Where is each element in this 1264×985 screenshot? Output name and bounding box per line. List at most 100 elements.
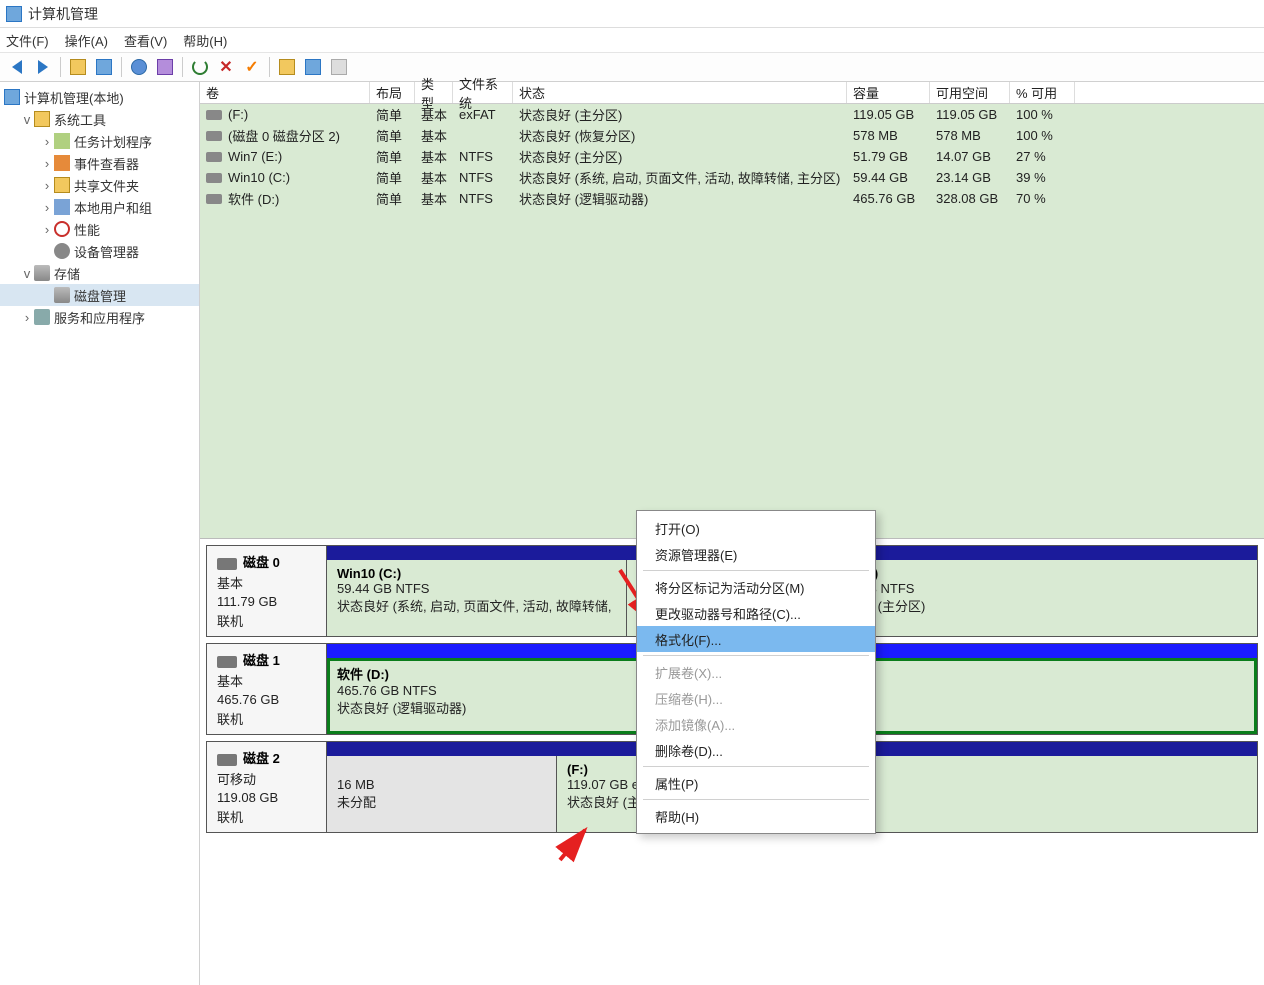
volume-row[interactable]: (磁盘 0 磁盘分区 2) 简单 基本 状态良好 (恢复分区) 578 MB 5… (200, 125, 1264, 146)
ctx-delete[interactable]: 删除卷(D)... (637, 737, 875, 763)
vol-fs: NTFS (453, 149, 513, 164)
col-volume[interactable]: 卷 (200, 82, 370, 103)
ctx-explorer[interactable]: 资源管理器(E) (637, 541, 875, 567)
ctx-properties[interactable]: 属性(P) (637, 770, 875, 796)
refresh-icon (192, 59, 208, 75)
menu-view[interactable]: 查看(V) (124, 31, 167, 50)
computer-icon (4, 89, 20, 105)
tree-sys-tools[interactable]: v 系统工具 (0, 108, 199, 130)
part-name (337, 762, 546, 777)
tb-btn-4[interactable] (276, 56, 298, 78)
disk-size: 119.08 GB (217, 790, 316, 805)
tree-services-apps[interactable]: › 服务和应用程序 (0, 306, 199, 328)
tb-btn-5[interactable] (302, 56, 324, 78)
tree-local-users-label: 本地用户和组 (74, 198, 152, 217)
tree-event-viewer[interactable]: › 事件查看器 (0, 152, 199, 174)
tree-local-users[interactable]: › 本地用户和组 (0, 196, 199, 218)
vol-cap: 59.44 GB (847, 170, 930, 185)
volume-row[interactable]: Win7 (E:) 简单 基本 NTFS 状态良好 (主分区) 51.79 GB… (200, 146, 1264, 167)
tb-btn-2[interactable] (93, 56, 115, 78)
tree-root[interactable]: 计算机管理(本地) (0, 86, 199, 108)
volume-row[interactable]: Win10 (C:) 简单 基本 NTFS 状态良好 (系统, 启动, 页面文件… (200, 167, 1264, 188)
check-button[interactable]: ✓ (241, 56, 263, 78)
menu-action[interactable]: 操作(A) (65, 31, 108, 50)
menu-file[interactable]: 文件(F) (6, 31, 49, 50)
ctx-open[interactable]: 打开(O) (637, 515, 875, 541)
tree-performance[interactable]: › 性能 (0, 218, 199, 240)
back-button[interactable] (6, 56, 28, 78)
help-icon (131, 59, 147, 75)
disk-0-info[interactable]: 磁盘 0 基本 111.79 GB 联机 (207, 546, 327, 636)
volume-list[interactable]: 卷 布局 类型 文件系统 状态 容量 可用空间 % 可用 (F:) 简单 基本 … (200, 82, 1264, 539)
vol-status: 状态良好 (逻辑驱动器) (513, 189, 847, 208)
volume-row[interactable]: 软件 (D:) 简单 基本 NTFS 状态良好 (逻辑驱动器) 465.76 G… (200, 188, 1264, 209)
part-size: 59.44 GB NTFS (337, 581, 616, 596)
ctx-help[interactable]: 帮助(H) (637, 803, 875, 829)
expand-icon[interactable]: › (40, 178, 54, 193)
vol-pct: 100 % (1010, 128, 1075, 143)
forward-button[interactable] (32, 56, 54, 78)
tb-btn-1[interactable] (67, 56, 89, 78)
users-icon (54, 199, 70, 215)
ctx-mark-active[interactable]: 将分区标记为活动分区(M) (637, 574, 875, 600)
col-type[interactable]: 类型 (415, 82, 453, 103)
partition-win10-c[interactable]: Win10 (C:) 59.44 GB NTFS 状态良好 (系统, 启动, 页… (327, 560, 627, 636)
volume-icon (206, 173, 222, 183)
vol-fs: exFAT (453, 107, 513, 122)
vol-free: 328.08 GB (930, 191, 1010, 206)
col-capacity[interactable]: 容量 (847, 82, 930, 103)
disk-2-info[interactable]: 磁盘 2 可移动 119.08 GB 联机 (207, 742, 327, 832)
col-status[interactable]: 状态 (513, 82, 847, 103)
expand-icon[interactable]: › (40, 134, 54, 149)
partition-unallocated[interactable]: 16 MB 未分配 (327, 756, 557, 832)
help-button[interactable] (128, 56, 150, 78)
toolbar: ✕ ✓ (0, 52, 1264, 82)
expand-icon[interactable]: v (20, 266, 34, 281)
tree-disk-management[interactable]: 磁盘管理 (0, 284, 199, 306)
menu-help[interactable]: 帮助(H) (183, 31, 227, 50)
col-free[interactable]: 可用空间 (930, 82, 1010, 103)
col-pct[interactable]: % 可用 (1010, 82, 1075, 103)
tree-root-label: 计算机管理(本地) (24, 88, 124, 107)
vol-free: 14.07 GB (930, 149, 1010, 164)
expand-icon[interactable]: v (20, 112, 34, 127)
tree-event-viewer-label: 事件查看器 (74, 154, 139, 173)
disk-1-info[interactable]: 磁盘 1 基本 465.76 GB 联机 (207, 644, 327, 734)
expand-icon[interactable]: › (40, 156, 54, 171)
part-status: 状态良好 (主分区) (822, 596, 1247, 615)
ctx-change-drive[interactable]: 更改驱动器号和路径(C)... (637, 600, 875, 626)
delete-button[interactable]: ✕ (215, 56, 237, 78)
disk-kind: 基本 (217, 671, 316, 690)
vol-free: 578 MB (930, 128, 1010, 143)
tree-shared-folders[interactable]: › 共享文件夹 (0, 174, 199, 196)
volume-row[interactable]: (F:) 简单 基本 exFAT 状态良好 (主分区) 119.05 GB 11… (200, 104, 1264, 125)
volume-icon (206, 110, 222, 120)
tree-sys-tools-label: 系统工具 (54, 110, 106, 129)
ctx-sep (643, 799, 869, 800)
expand-icon[interactable]: › (40, 222, 54, 237)
ctx-extend: 扩展卷(X)... (637, 659, 875, 685)
window: 计算机管理 文件(F) 操作(A) 查看(V) 帮助(H) ✕ ✓ 计算机管理(… (0, 0, 1264, 985)
sidebar-tree[interactable]: 计算机管理(本地) v 系统工具 › 任务计划程序 › 事件查看器 › 共享文件… (0, 82, 200, 985)
ctx-format[interactable]: 格式化(F)... (637, 626, 875, 652)
part-status: 未分配 (337, 792, 546, 811)
disk-name: 磁盘 2 (243, 751, 280, 766)
expand-icon[interactable]: › (20, 310, 34, 325)
tree-storage[interactable]: v 存储 (0, 262, 199, 284)
tb-btn-6[interactable] (328, 56, 350, 78)
tb-btn-3[interactable] (154, 56, 176, 78)
tree-task-scheduler[interactable]: › 任务计划程序 (0, 130, 199, 152)
vol-status: 状态良好 (系统, 启动, 页面文件, 活动, 故障转储, 主分区) (513, 168, 847, 187)
volume-header: 卷 布局 类型 文件系统 状态 容量 可用空间 % 可用 (200, 82, 1264, 104)
partition-win7-e[interactable]: Win7 (E:) 51.79 GB NTFS 状态良好 (主分区) (812, 560, 1257, 636)
storage-icon (34, 265, 50, 281)
tree-device-manager[interactable]: 设备管理器 (0, 240, 199, 262)
refresh-button[interactable] (189, 56, 211, 78)
arrow-left-icon (12, 60, 22, 74)
vol-pct: 70 % (1010, 191, 1075, 206)
vol-layout: 简单 (370, 147, 415, 166)
col-fs[interactable]: 文件系统 (453, 82, 513, 103)
titlebar: 计算机管理 (0, 0, 1264, 28)
expand-icon[interactable]: › (40, 200, 54, 215)
col-layout[interactable]: 布局 (370, 82, 415, 103)
